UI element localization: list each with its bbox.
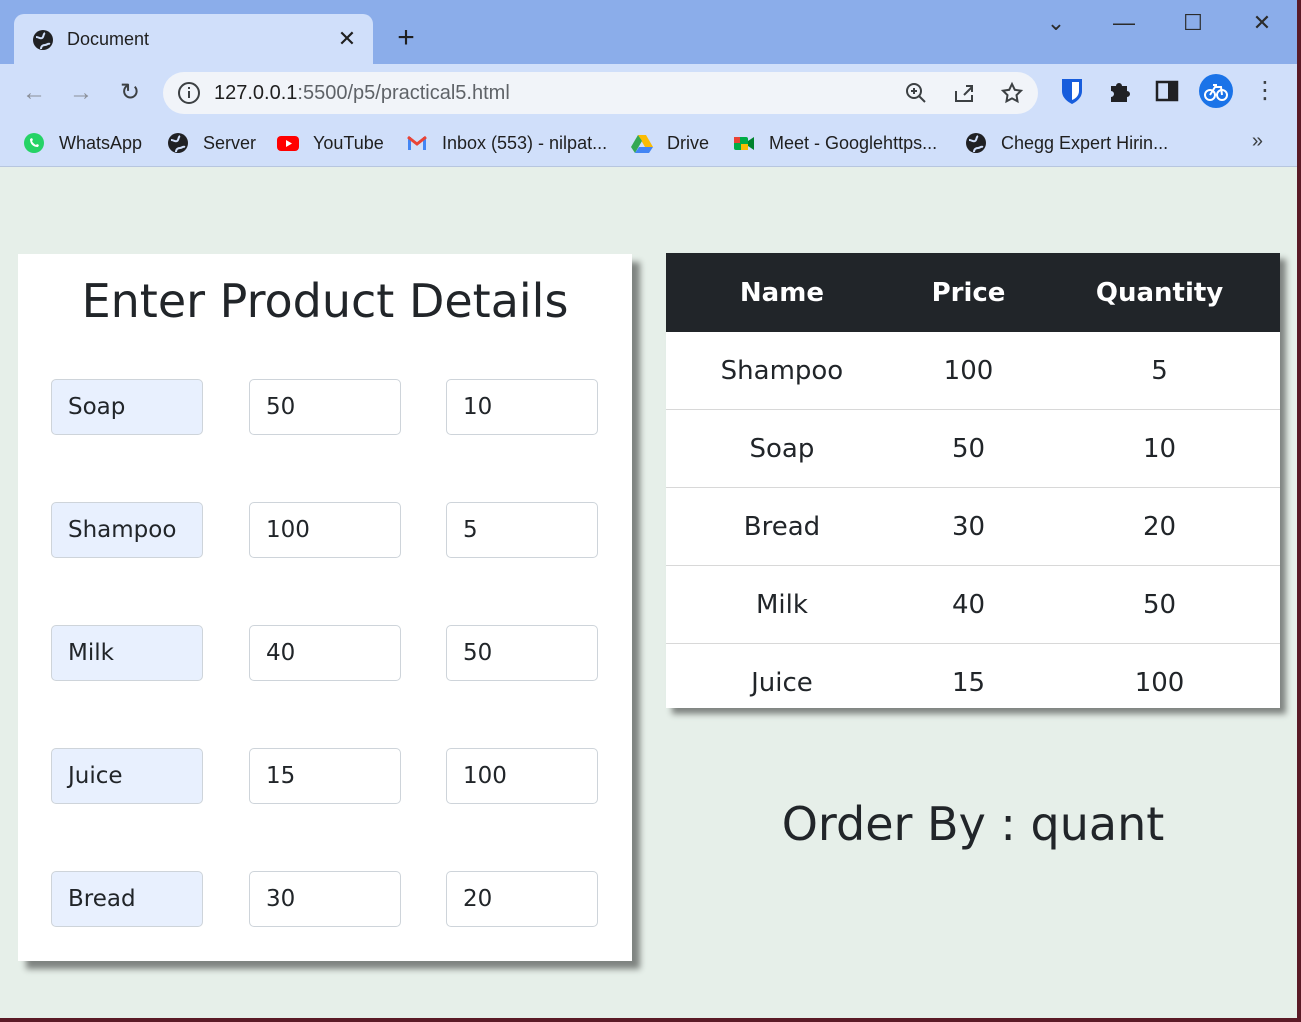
column-header-quantity: Quantity [1039, 253, 1280, 332]
bookmark-label: Server [203, 132, 257, 153]
product-name-input[interactable]: Juice [51, 748, 203, 804]
close-tab-icon[interactable]: ✕ [335, 26, 359, 52]
window-close-icon[interactable]: ✕ [1242, 8, 1282, 38]
drive-icon [631, 135, 653, 153]
url-text[interactable]: 127.0.0.1:5500/p5/practical5.html [214, 82, 510, 105]
bookmark-gmail-inbox[interactable]: Inbox (553) - nilpat... [406, 129, 607, 157]
product-form-card: Enter Product Details Soap 50 10 Shampoo… [18, 254, 632, 961]
order-by-label: Order By : quant [781, 797, 1165, 851]
products-table-card: Name Price Quantity Shampoo 100 5 Soap 5… [666, 253, 1280, 721]
product-quantity-input[interactable]: 5 [446, 502, 598, 558]
bookmark-youtube[interactable]: YouTube [277, 129, 384, 157]
globe-icon [966, 133, 986, 153]
product-price-input[interactable]: 40 [249, 625, 401, 681]
bookmark-server[interactable]: Server [167, 129, 256, 157]
cell-price: 100 [943, 355, 994, 386]
cell-quantity: 10 [1039, 409, 1280, 488]
whatsapp-icon [24, 133, 44, 153]
bookmarks-bar: WhatsApp Server YouTube Inbox (553) - ni… [0, 122, 1297, 167]
products-table: Name Price Quantity Shampoo 100 5 Soap 5… [666, 253, 1280, 721]
product-quantity-input[interactable]: 20 [446, 871, 598, 927]
bookmark-label: Chegg Expert Hirin... [1001, 132, 1169, 153]
bookmark-chegg[interactable]: Chegg Expert Hirin... [965, 129, 1168, 157]
cell-name: Bread [666, 487, 898, 566]
bookmark-whatsapp[interactable]: WhatsApp [23, 129, 142, 157]
share-icon[interactable] [951, 81, 977, 105]
cell-quantity: 20 [1039, 487, 1280, 566]
cell-quantity: 50 [1039, 565, 1280, 644]
product-quantity-input[interactable]: 10 [446, 379, 598, 435]
minimize-icon[interactable]: — [1104, 8, 1144, 38]
bookmark-label: WhatsApp [59, 132, 143, 153]
table-row: Bread 30 20 [666, 487, 1280, 566]
form-title: Enter Product Details [81, 274, 569, 328]
product-quantity-input[interactable]: 100 [446, 748, 598, 804]
forward-arrow-icon[interactable]: → [64, 76, 98, 110]
cell-name: Soap [666, 409, 898, 488]
bookmark-label: Meet - Googlehttps... [769, 132, 938, 153]
info-icon [178, 82, 200, 104]
tab-title: Document [67, 29, 150, 49]
bookmark-label: Inbox (553) - nilpat... [442, 132, 608, 153]
product-price-input[interactable]: 100 [249, 502, 401, 558]
tab-document[interactable]: Document ✕ [14, 14, 373, 64]
column-header-name: Name [666, 253, 898, 332]
cell-name: Juice [666, 643, 898, 721]
new-tab-button[interactable]: + [392, 23, 420, 53]
extensions-puzzle-icon[interactable] [1105, 76, 1135, 106]
table-row: Juice 15 100 [666, 643, 1280, 721]
maximize-icon[interactable]: ☐ [1173, 8, 1213, 38]
tab-strip: Document ✕ + ⌄ — ☐ ✕ [0, 0, 1297, 64]
bookmark-label: Drive [667, 132, 710, 153]
product-name-input[interactable]: Milk [51, 625, 203, 681]
reload-icon[interactable]: ↻ [113, 76, 147, 110]
table-row: Milk 40 50 [666, 565, 1280, 644]
product-price-input[interactable]: 30 [249, 871, 401, 927]
browser-window: Document ✕ + ⌄ — ☐ ✕ ← → ↻ 127.0.0.1:550… [0, 0, 1297, 1018]
address-bar[interactable]: 127.0.0.1:5500/p5/practical5.html [163, 72, 1038, 114]
bitwarden-icon[interactable] [1057, 76, 1087, 106]
youtube-icon [277, 136, 299, 151]
globe-icon [33, 30, 53, 50]
bookmarks-overflow-icon[interactable]: » [1252, 130, 1263, 153]
profile-avatar-icon[interactable] [1199, 74, 1233, 108]
gmail-icon [407, 135, 427, 150]
table-row: Shampoo 100 5 [666, 332, 1280, 410]
url-path: :5500/p5/practical5.html [297, 82, 510, 104]
column-header-price: Price [897, 253, 1040, 332]
product-quantity-input[interactable]: 50 [446, 625, 598, 681]
table-row: Soap 50 10 [666, 409, 1280, 488]
table-header-row: Name Price Quantity [666, 253, 1280, 332]
product-name-input[interactable]: Shampoo [51, 502, 203, 558]
bookmark-star-icon[interactable] [999, 81, 1025, 105]
globe-icon [168, 133, 188, 153]
back-arrow-icon[interactable]: ← [17, 76, 51, 110]
cell-quantity: 100 [1039, 643, 1280, 721]
cell-price: 30 [897, 487, 1040, 566]
tab-search-chevron-icon[interactable]: ⌄ [1036, 8, 1076, 38]
menu-kebab-icon[interactable]: ⋮ [1250, 76, 1280, 106]
cell-name: Milk [666, 565, 898, 644]
product-name-input[interactable]: Bread [51, 871, 203, 927]
cell-price: 50 [897, 409, 1040, 488]
side-panel-icon[interactable] [1152, 76, 1182, 106]
cell-price: 15 [897, 643, 1040, 721]
cell-quantity: 5 [1151, 355, 1168, 386]
page-content: Enter Product Details Soap 50 10 Shampoo… [0, 167, 1297, 1018]
cell-price: 40 [897, 565, 1040, 644]
product-name-input[interactable]: Soap [51, 379, 203, 435]
toolbar: ← → ↻ 127.0.0.1:5500/p5/practical5.html [0, 64, 1297, 122]
bookmark-label: YouTube [313, 132, 384, 153]
meet-icon [734, 137, 754, 150]
cell-name: Shampoo [720, 355, 844, 386]
bookmark-drive[interactable]: Drive [631, 129, 709, 157]
product-price-input[interactable]: 50 [249, 379, 401, 435]
url-host: 127.0.0.1 [214, 82, 298, 104]
zoom-icon[interactable] [903, 81, 929, 105]
bookmark-meet[interactable]: Meet - Googlehttps... [733, 129, 937, 157]
product-price-input[interactable]: 15 [249, 748, 401, 804]
